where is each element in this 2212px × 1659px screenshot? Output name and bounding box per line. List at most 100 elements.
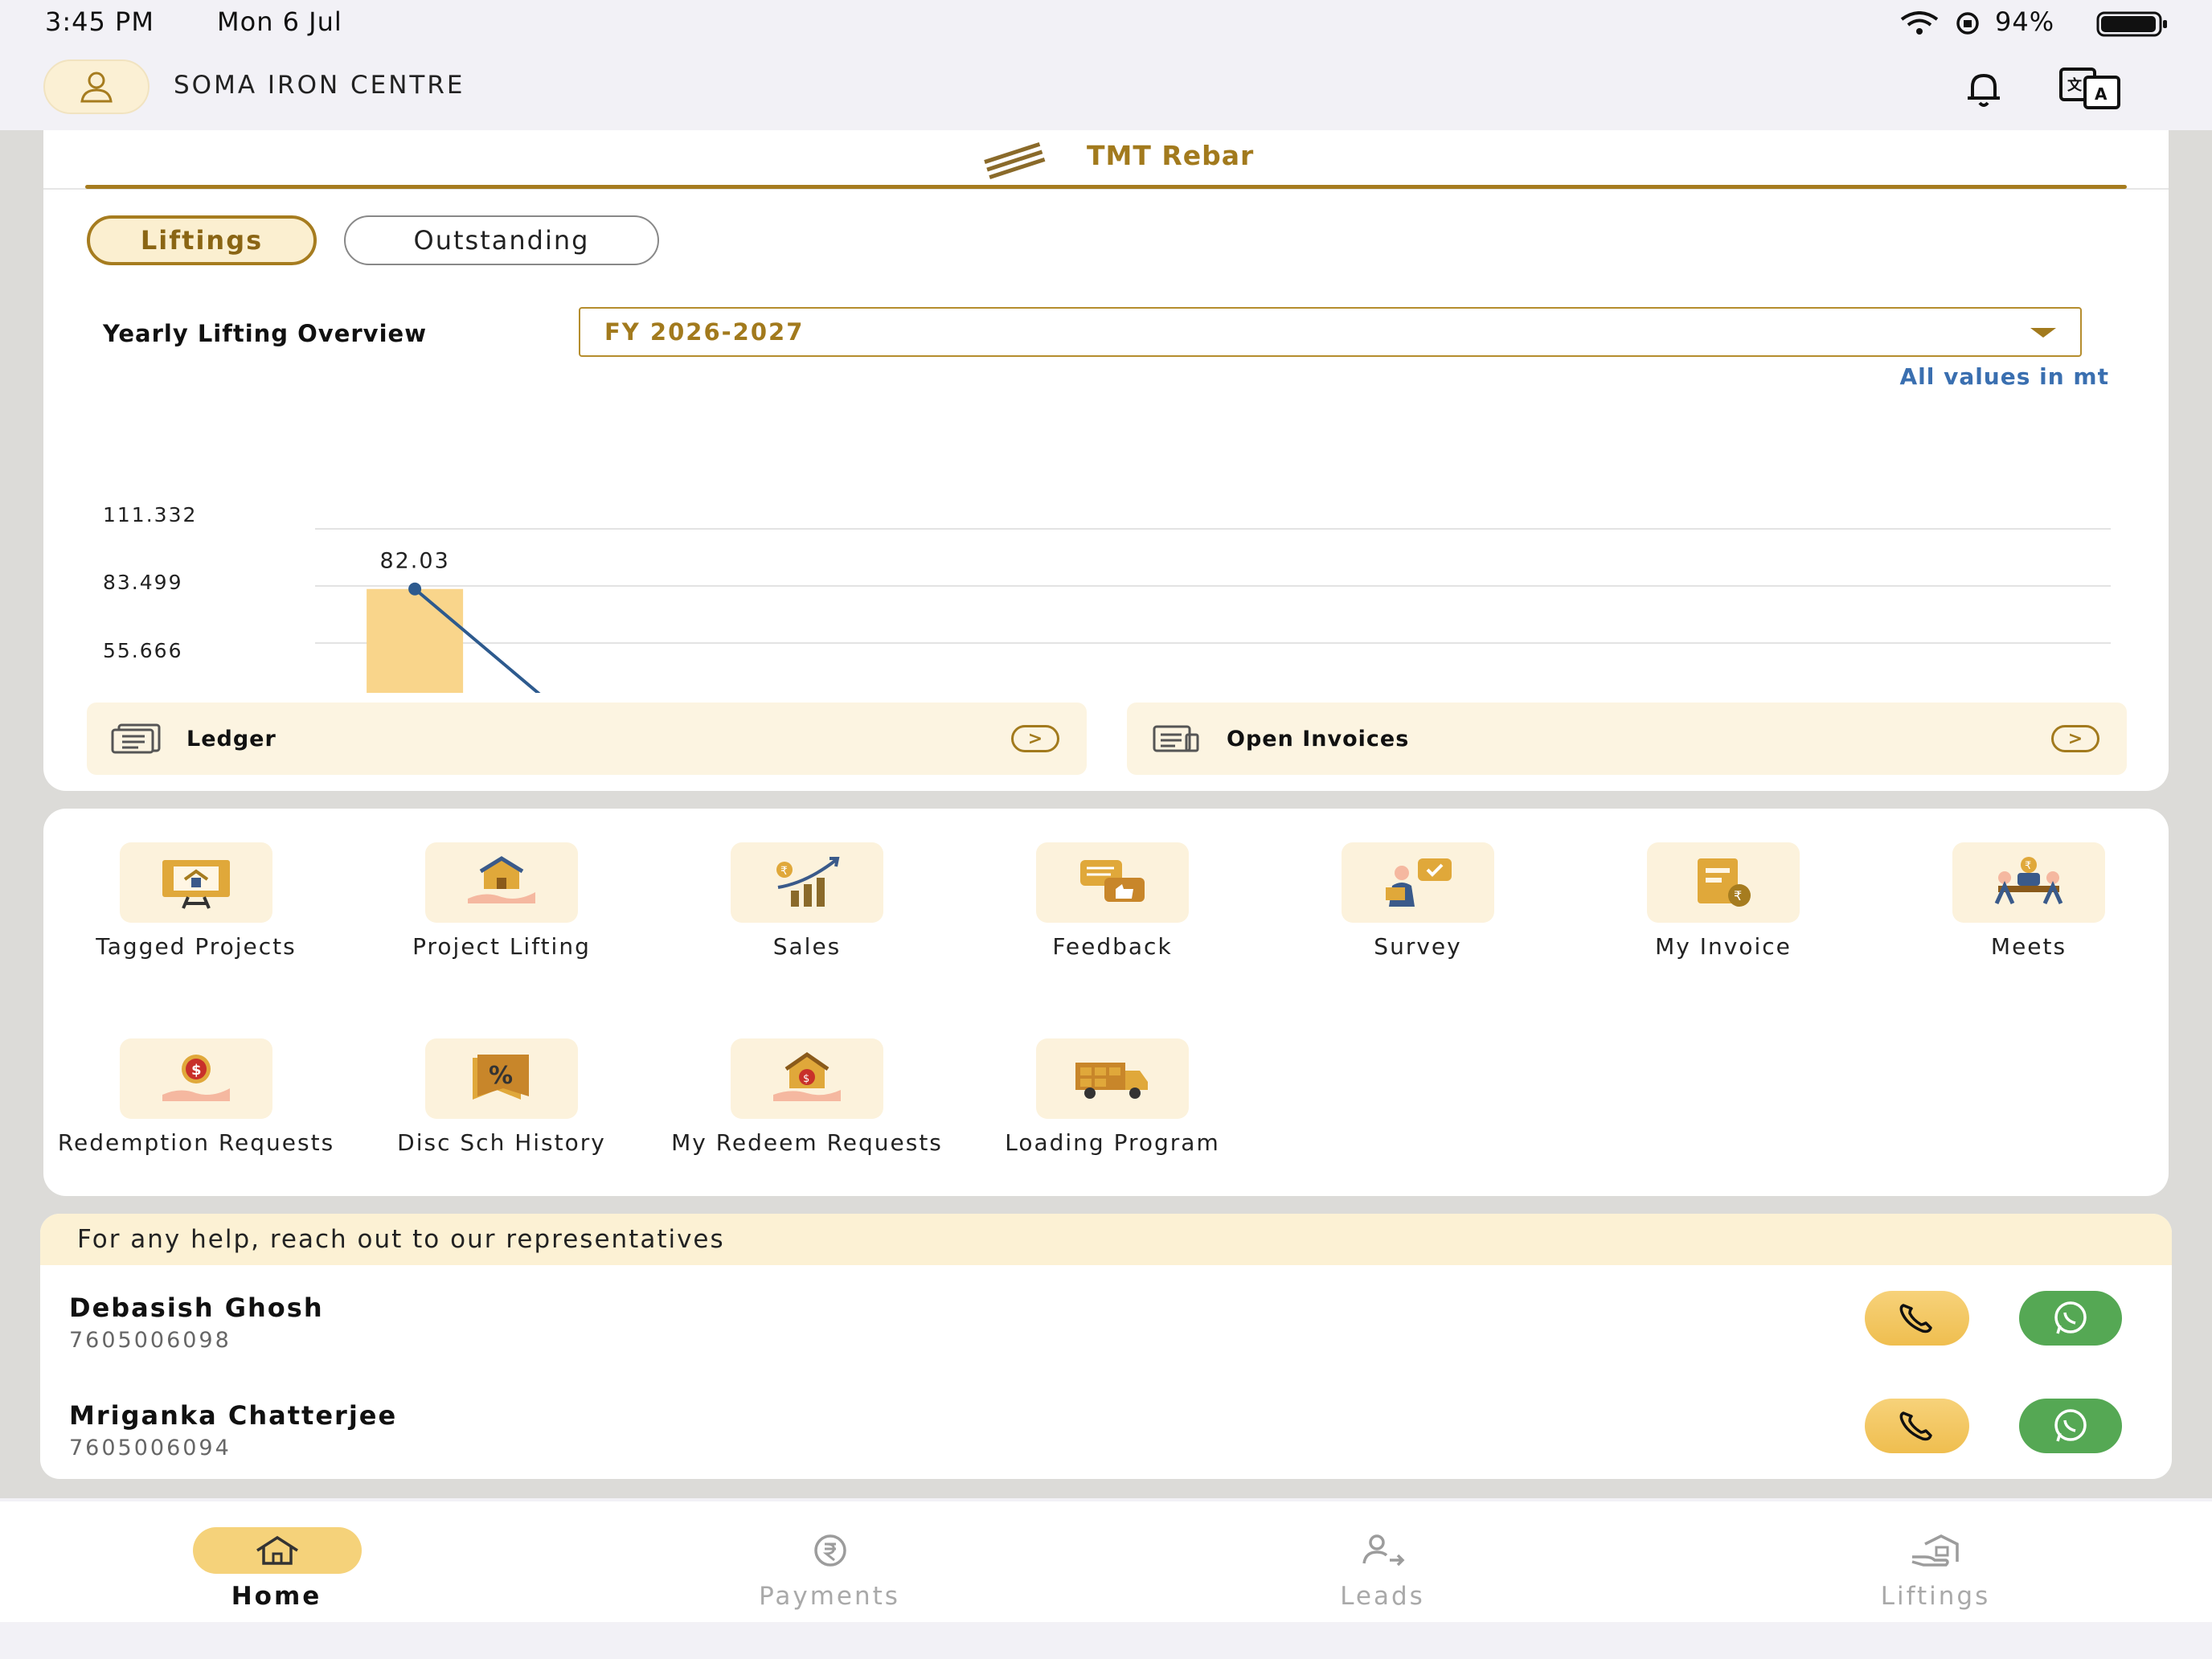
menu-tile (1036, 842, 1189, 923)
svg-text:₹: ₹ (1734, 888, 1742, 903)
nav-liftings[interactable]: Liftings (1659, 1501, 2212, 1622)
whatsapp-icon (2054, 1301, 2087, 1334)
overview-label: Yearly Lifting Overview (103, 320, 427, 347)
menu-label: My Redeem Requests (671, 1129, 943, 1156)
call-button[interactable] (1865, 1399, 1969, 1453)
nav-icon-wrap (1299, 1527, 1468, 1574)
tab-liftings[interactable]: Liftings (87, 215, 317, 265)
menu-item-feedback[interactable]: Feedback (960, 809, 1265, 985)
nav-payments-label: Payments (759, 1582, 900, 1611)
title-underline (85, 185, 2127, 189)
wifi-icon (1900, 11, 1939, 35)
menu-item-redemption-requests[interactable]: $ Redemption Requests (43, 1005, 349, 1182)
chevron-right-icon: > (2051, 725, 2099, 752)
menu-item-survey[interactable]: Survey (1265, 809, 1571, 985)
fy-dropdown[interactable]: FY 2026-2027 (579, 307, 2082, 357)
menu-tile: ₹ (1647, 842, 1800, 923)
menu-label: Loading Program (1005, 1129, 1220, 1156)
liftings-icon (1911, 1534, 1959, 1567)
caret-down-icon (2030, 328, 2056, 338)
tagged-projects-icon (162, 860, 230, 909)
nav-active-pill (193, 1527, 362, 1574)
nav-home-label: Home (231, 1582, 322, 1611)
lifting-chart: 027.83355.66683.499111.33282.0300000000A… (103, 503, 2111, 693)
svg-text:$: $ (191, 1062, 202, 1079)
open-invoices-link[interactable]: Open Invoices > (1127, 703, 2127, 775)
bell-icon[interactable] (1961, 66, 2006, 111)
battery-icon (2096, 11, 2167, 37)
whatsapp-button[interactable] (2019, 1399, 2122, 1453)
menu-tile: $ (731, 1038, 883, 1119)
menu-item-project-lifting[interactable]: Project Lifting (349, 809, 654, 985)
redeem-icon: $ (773, 1051, 841, 1101)
menu-label: Feedback (1052, 933, 1173, 960)
menu-item-loading-program[interactable]: Loading Program (960, 1005, 1265, 1182)
value-label: 82.03 (379, 549, 449, 574)
nav-home[interactable]: Home (0, 1501, 553, 1622)
app-header: SOMA IRON CENTRE 文 A (0, 47, 2212, 130)
bar-apr (367, 588, 464, 693)
nav-icon-wrap (746, 1527, 915, 1574)
fy-selected-value: FY 2026-2027 (604, 318, 805, 346)
ledger-label: Ledger (186, 727, 276, 752)
y-tick-label: 83.499 (103, 571, 182, 594)
rep-phone: 7605006098 (69, 1328, 231, 1353)
menu-tile (120, 842, 272, 923)
menu-label: My Invoice (1655, 933, 1792, 960)
y-tick-label: 111.332 (103, 503, 197, 526)
menu-tile (1036, 1038, 1189, 1119)
open-invoices-label: Open Invoices (1227, 727, 1410, 752)
chevron-right-icon: > (1011, 725, 1059, 752)
nav-leads[interactable]: Leads (1106, 1501, 1659, 1622)
menu-tile: ₹ (731, 842, 883, 923)
orientation-lock-icon (1956, 12, 1979, 35)
status-time: 3:45 PM (45, 6, 154, 37)
representatives-header: For any help, reach out to our represent… (40, 1214, 2172, 1265)
profile-avatar[interactable] (43, 59, 150, 114)
survey-icon (1386, 858, 1452, 907)
nav-payments[interactable]: Payments (553, 1501, 1106, 1622)
meets-icon: ₹ (1994, 857, 2063, 905)
translate-icon[interactable]: 文 A (2058, 64, 2124, 113)
leads-icon (1362, 1534, 1405, 1567)
my-invoice-icon: ₹ (1698, 858, 1751, 907)
menu-tile: % (425, 1038, 578, 1119)
call-button[interactable] (1865, 1291, 1969, 1346)
user-icon (80, 72, 113, 103)
menu-item-tagged-projects[interactable]: Tagged Projects (43, 809, 349, 985)
menu-card: Tagged Projects Project Lifting ₹ Sales Feed… (43, 809, 2169, 1196)
svg-text:%: % (489, 1062, 513, 1090)
tab-outstanding[interactable]: Outstanding (344, 215, 659, 265)
menu-item-meets[interactable]: ₹ Meets (1876, 809, 2181, 985)
rep-name: Mriganka Chatterjee (69, 1400, 398, 1431)
company-name: SOMA IRON CENTRE (174, 71, 465, 100)
discount-icon: % (473, 1055, 529, 1100)
representatives-card: For any help, reach out to our represent… (40, 1214, 2172, 1479)
whatsapp-button[interactable] (2019, 1291, 2122, 1346)
menu-label: Survey (1374, 933, 1462, 960)
svg-text:₹: ₹ (2025, 860, 2031, 872)
menu-item-my-invoice[interactable]: ₹ My Invoice (1571, 809, 1876, 985)
whatsapp-icon (2054, 1409, 2087, 1442)
menu-tile (1342, 842, 1494, 923)
nav-icon-wrap (1852, 1527, 2021, 1574)
menu-item-sales[interactable]: ₹ Sales (654, 809, 960, 985)
menu-label: Sales (772, 933, 842, 960)
svg-text:A: A (2095, 84, 2108, 104)
home-icon (256, 1535, 298, 1565)
menu-label: Tagged Projects (96, 933, 297, 960)
series-line (413, 588, 541, 693)
y-tick-label: 55.666 (103, 639, 182, 662)
representatives-header-text: For any help, reach out to our represent… (77, 1225, 725, 1254)
menu-label: Project Lifting (412, 933, 591, 960)
svg-text:$: $ (803, 1073, 809, 1085)
svg-text:文: 文 (2067, 76, 2083, 94)
ledger-link[interactable]: Ledger > (87, 703, 1087, 775)
menu-item-disc-sch-history[interactable]: % Disc Sch History (349, 1005, 654, 1182)
menu-tile: ₹ (1952, 842, 2105, 923)
point-apr (408, 582, 422, 596)
home-indicator-area (0, 1622, 2212, 1659)
menu-label: Redemption Requests (57, 1129, 335, 1156)
rep-phone: 7605006094 (69, 1436, 231, 1460)
menu-item-my-redeem-requests[interactable]: $ My Redeem Requests (654, 1005, 960, 1182)
